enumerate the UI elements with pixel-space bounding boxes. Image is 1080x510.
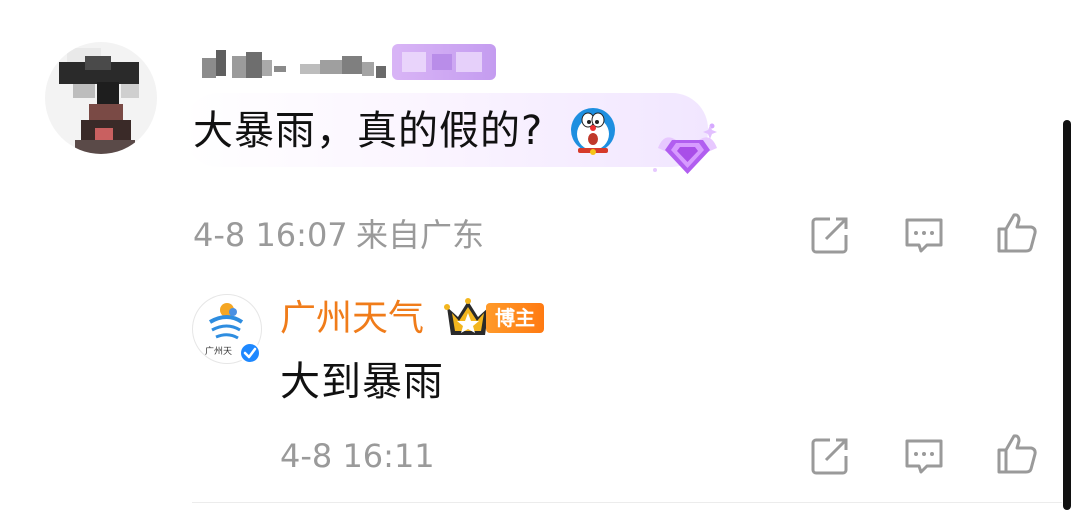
blogger-badge: 博主 — [486, 303, 544, 333]
divider — [192, 502, 1062, 503]
like-icon[interactable] — [995, 211, 1039, 255]
comment-time: 4-8 16:07 — [193, 216, 348, 254]
commenter-avatar[interactable] — [45, 42, 157, 154]
comment-icon[interactable] — [902, 213, 946, 257]
reply-time: 4-8 16:11 — [280, 437, 435, 475]
commenter-name-redacted[interactable] — [200, 46, 390, 80]
comment-text: 大暴雨，真的假的? — [193, 108, 544, 154]
reply-author-name[interactable]: 广州天气 — [280, 296, 424, 342]
reply-text: 大到暴雨 — [280, 359, 444, 405]
doraemon-emoji-icon — [571, 108, 615, 155]
scrollbar[interactable] — [1063, 120, 1071, 510]
verified-icon — [239, 342, 261, 364]
user-level-badge-redacted — [392, 44, 496, 80]
comment-icon[interactable] — [902, 434, 946, 478]
share-icon[interactable] — [808, 434, 852, 478]
like-icon[interactable] — [995, 432, 1039, 476]
comment-location: 来自广东 — [356, 216, 485, 254]
gem-decoration-icon — [653, 123, 717, 174]
svg-text:广州天: 广州天 — [205, 345, 232, 357]
share-icon[interactable] — [808, 213, 852, 257]
